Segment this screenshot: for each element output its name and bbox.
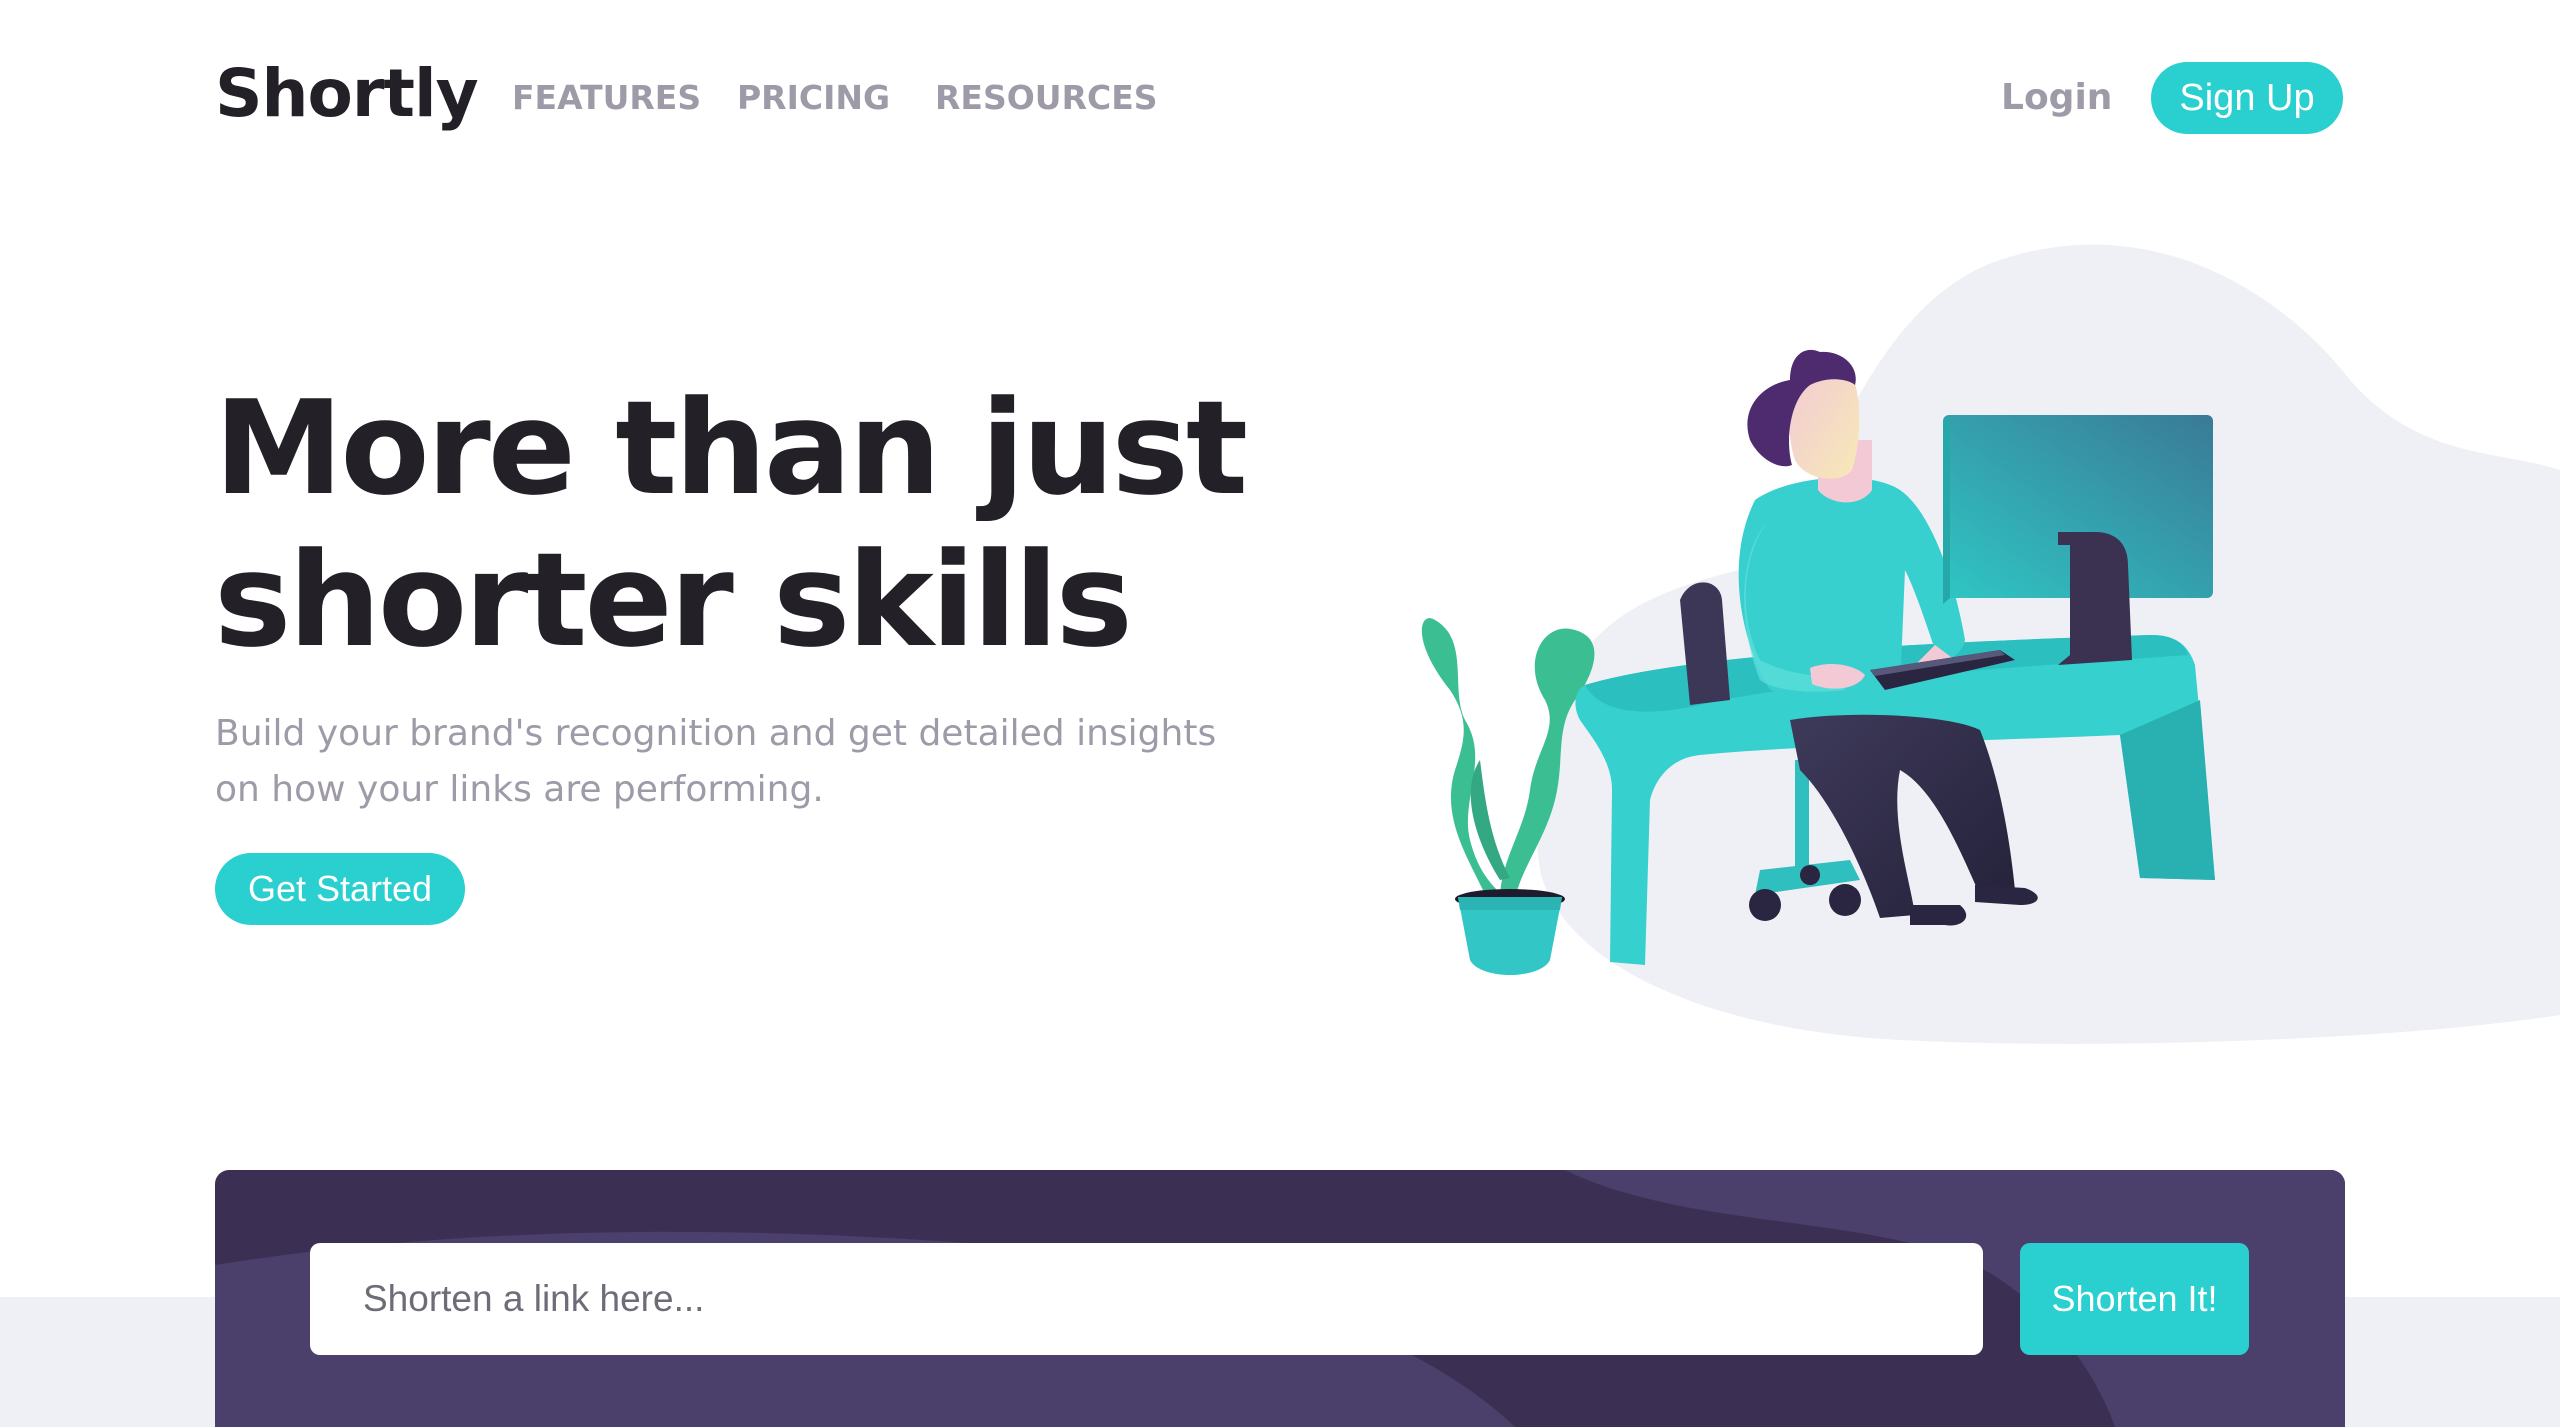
nav-resources[interactable]: RESOURCES: [935, 70, 1158, 126]
logo[interactable]: Shortly: [215, 44, 479, 144]
get-started-button[interactable]: Get Started: [215, 853, 465, 925]
shorten-link-placeholder: Shorten a link here...: [363, 1278, 705, 1319]
hero-subtitle-line2: on how your links are performing.: [215, 769, 824, 810]
signup-button[interactable]: Sign Up: [2151, 62, 2343, 134]
hero-title: More than just shorter skills: [214, 372, 1314, 676]
hero-title-line1: More than just: [214, 372, 1248, 524]
nav-pricing[interactable]: PRICING: [737, 70, 890, 126]
nav-features[interactable]: FEATURES: [512, 70, 701, 126]
hero-title-line2: shorter skills: [214, 524, 1133, 676]
shorten-it-button[interactable]: Shorten It!: [2020, 1243, 2249, 1355]
hero-subtitle: Build your brand's recognition and get d…: [215, 706, 1255, 818]
shorten-link-input[interactable]: Shorten a link here...: [310, 1243, 1983, 1355]
hero-subtitle-line1: Build your brand's recognition and get d…: [215, 713, 1217, 754]
person-working-illustration: [1421, 244, 2560, 1044]
login-link[interactable]: Login: [2001, 70, 2112, 126]
shorten-panel: Shorten a link here... Shorten It!: [215, 1170, 2345, 1427]
